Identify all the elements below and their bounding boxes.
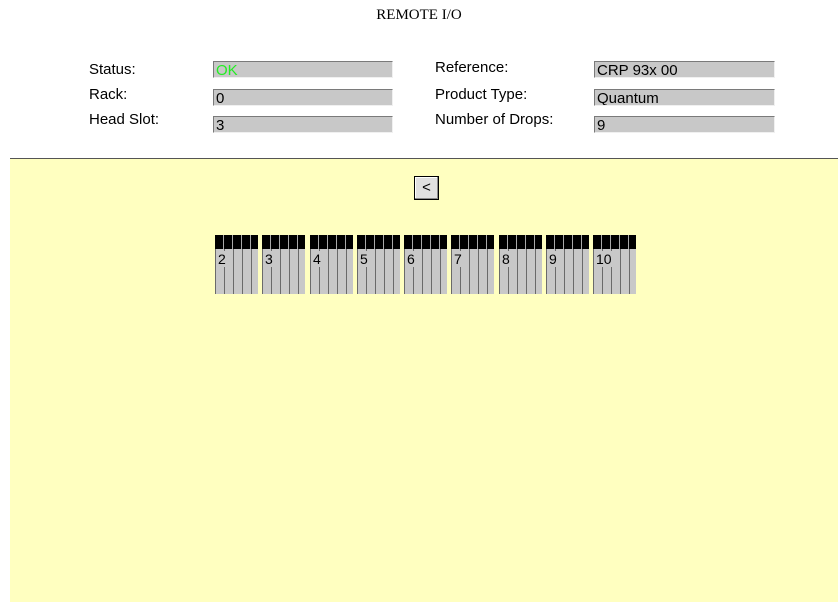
drop-number: 7: [454, 251, 463, 267]
drop-rack-10[interactable]: 10: [593, 235, 636, 294]
drop-rack-header: [546, 235, 589, 249]
reference-label: Reference:: [435, 59, 509, 76]
drop-number: 5: [360, 251, 369, 267]
head-slot-field: 3: [213, 116, 393, 133]
status-field: OK: [213, 61, 393, 78]
status-label: Status:: [89, 61, 136, 78]
drop-number: 4: [313, 251, 322, 267]
product-type-field: Quantum: [594, 89, 775, 106]
drop-rack-header: [215, 235, 258, 249]
drop-rack-4[interactable]: 4: [310, 235, 353, 294]
drop-number: 10: [596, 251, 613, 267]
product-type-label: Product Type:: [435, 86, 528, 103]
drop-rack-6[interactable]: 6: [404, 235, 447, 294]
drop-rack-9[interactable]: 9: [546, 235, 589, 294]
drop-number: 6: [407, 251, 416, 267]
drop-rack-3[interactable]: 3: [262, 235, 305, 294]
drop-number: 3: [265, 251, 274, 267]
drop-rack-header: [593, 235, 636, 249]
drop-rack-header: [310, 235, 353, 249]
drop-rack-7[interactable]: 7: [451, 235, 494, 294]
drop-number: 2: [218, 251, 227, 267]
drop-number: 9: [549, 251, 558, 267]
drop-rack-2[interactable]: 2: [215, 235, 258, 294]
head-slot-label: Head Slot:: [89, 111, 160, 128]
drop-rack-header: [404, 235, 447, 249]
reference-field: CRP 93x 00: [594, 61, 775, 78]
drop-rack-8[interactable]: 8: [499, 235, 542, 294]
drop-number: 8: [502, 251, 511, 267]
page-title: REMOTE I/O: [376, 7, 462, 23]
rack-label: Rack:: [89, 86, 128, 103]
drop-rack-header: [357, 235, 400, 249]
number-of-drops-field: 9: [594, 116, 775, 133]
previous-button[interactable]: <: [414, 176, 439, 200]
rack-field: 0: [213, 89, 393, 106]
number-of-drops-label: Number of Drops:: [435, 111, 554, 128]
drops-panel: [10, 159, 838, 602]
drop-rack-5[interactable]: 5: [357, 235, 400, 294]
drop-rack-header: [262, 235, 305, 249]
drop-rack-header: [499, 235, 542, 249]
drop-rack-header: [451, 235, 494, 249]
